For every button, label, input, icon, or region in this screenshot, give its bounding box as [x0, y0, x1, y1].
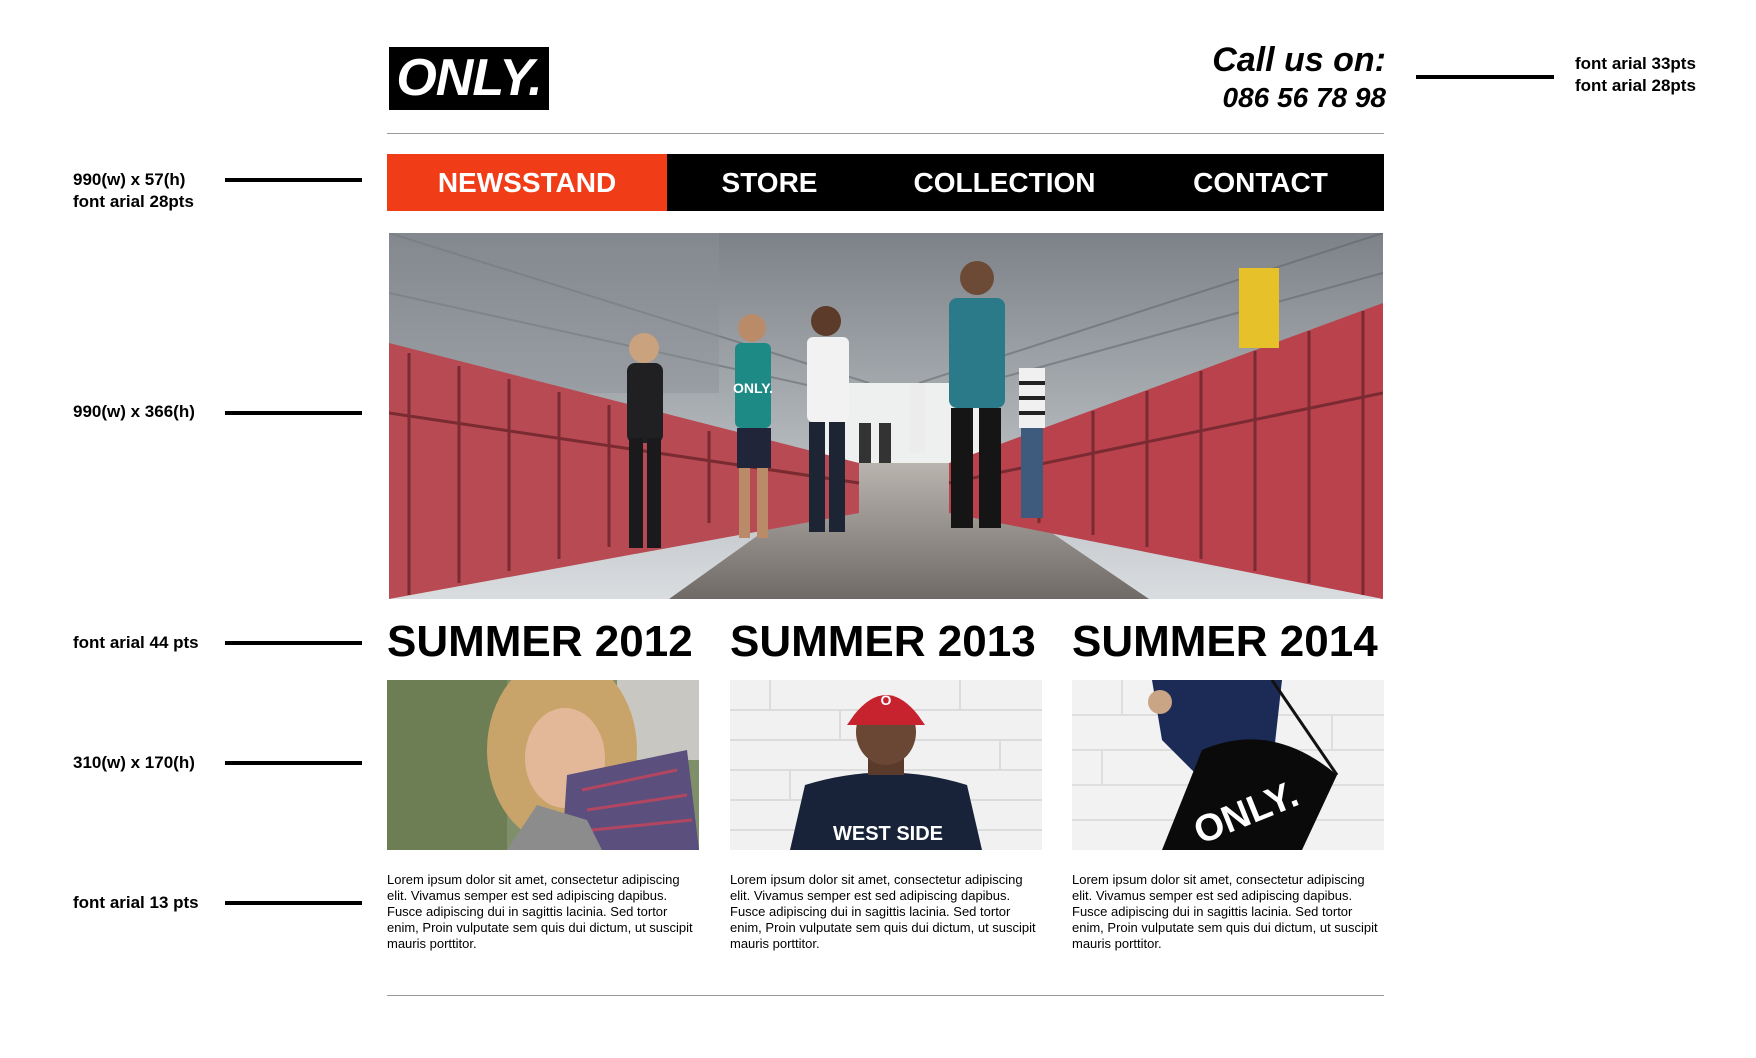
- collection-description: Lorem ipsum dolor sit amet, consectetur …: [730, 872, 1036, 951]
- collection-title[interactable]: SUMMER 2013: [730, 615, 1042, 669]
- collection-card-2013: SUMMER 2013 WEST SIDE O Lorem ipsum dolo…: [730, 615, 1042, 951]
- annotation-hero-line: [225, 411, 362, 415]
- call-us-block: Call us on: 086 56 78 98: [1212, 40, 1386, 116]
- collection-thumb-2012[interactable]: [387, 680, 699, 850]
- header-divider: [387, 133, 1384, 134]
- annotation-nav-line: [225, 178, 362, 182]
- annotation-body-line: [225, 901, 362, 905]
- nav-item-newsstand[interactable]: NEWSSTAND: [387, 154, 667, 211]
- annotation-hero-spec: 990(w) x 366(h): [73, 402, 195, 421]
- hero-image: ONLY.: [389, 233, 1383, 599]
- logo[interactable]: ONLY.: [389, 47, 549, 110]
- annotation-nav-spec: 990(w) x 57(h) font arial 28pts: [73, 170, 194, 211]
- annotation-phone-spec: font arial 33pts font arial 28pts: [1575, 54, 1696, 95]
- collection-title[interactable]: SUMMER 2014: [1072, 615, 1384, 669]
- collection-description: Lorem ipsum dolor sit amet, consectetur …: [1072, 872, 1378, 951]
- annotation-heading-line: [225, 641, 362, 645]
- nav-item-store[interactable]: STORE: [667, 154, 872, 211]
- collection-thumb-2014[interactable]: ONLY.: [1072, 680, 1384, 850]
- annotation-phone-line: [1416, 75, 1554, 79]
- annotation-heading-spec: font arial 44 pts: [73, 633, 199, 652]
- phone-number[interactable]: 086 56 78 98: [1212, 80, 1387, 116]
- annotation-thumb-spec: 310(w) x 170(h): [73, 753, 195, 772]
- hero-shirt-text: ONLY.: [733, 380, 773, 396]
- annotation-thumb-line: [225, 761, 362, 765]
- nav-item-collection[interactable]: COLLECTION: [872, 154, 1137, 211]
- collection-card-2014: SUMMER 2014 ONLY. Lorem ipsum dolor sit …: [1072, 615, 1384, 951]
- collection-card-2012: SUMMER 2012 Lorem ipsum dolor sit amet, …: [387, 615, 699, 951]
- thumb2-shirt-text: WEST SIDE: [833, 823, 943, 845]
- call-us-label: Call us on:: [1212, 41, 1386, 79]
- collection-thumb-2013[interactable]: WEST SIDE O: [730, 680, 1042, 850]
- thumb2-cap-text: O: [881, 692, 892, 708]
- collection-description: Lorem ipsum dolor sit amet, consectetur …: [387, 872, 693, 951]
- nav-item-contact[interactable]: CONTACT: [1137, 154, 1384, 211]
- main-nav: NEWSSTAND STORE COLLECTION CONTACT: [387, 154, 1384, 211]
- footer-divider: [387, 995, 1384, 996]
- collection-title[interactable]: SUMMER 2012: [387, 615, 699, 669]
- annotation-body-spec: font arial 13 pts: [73, 893, 199, 912]
